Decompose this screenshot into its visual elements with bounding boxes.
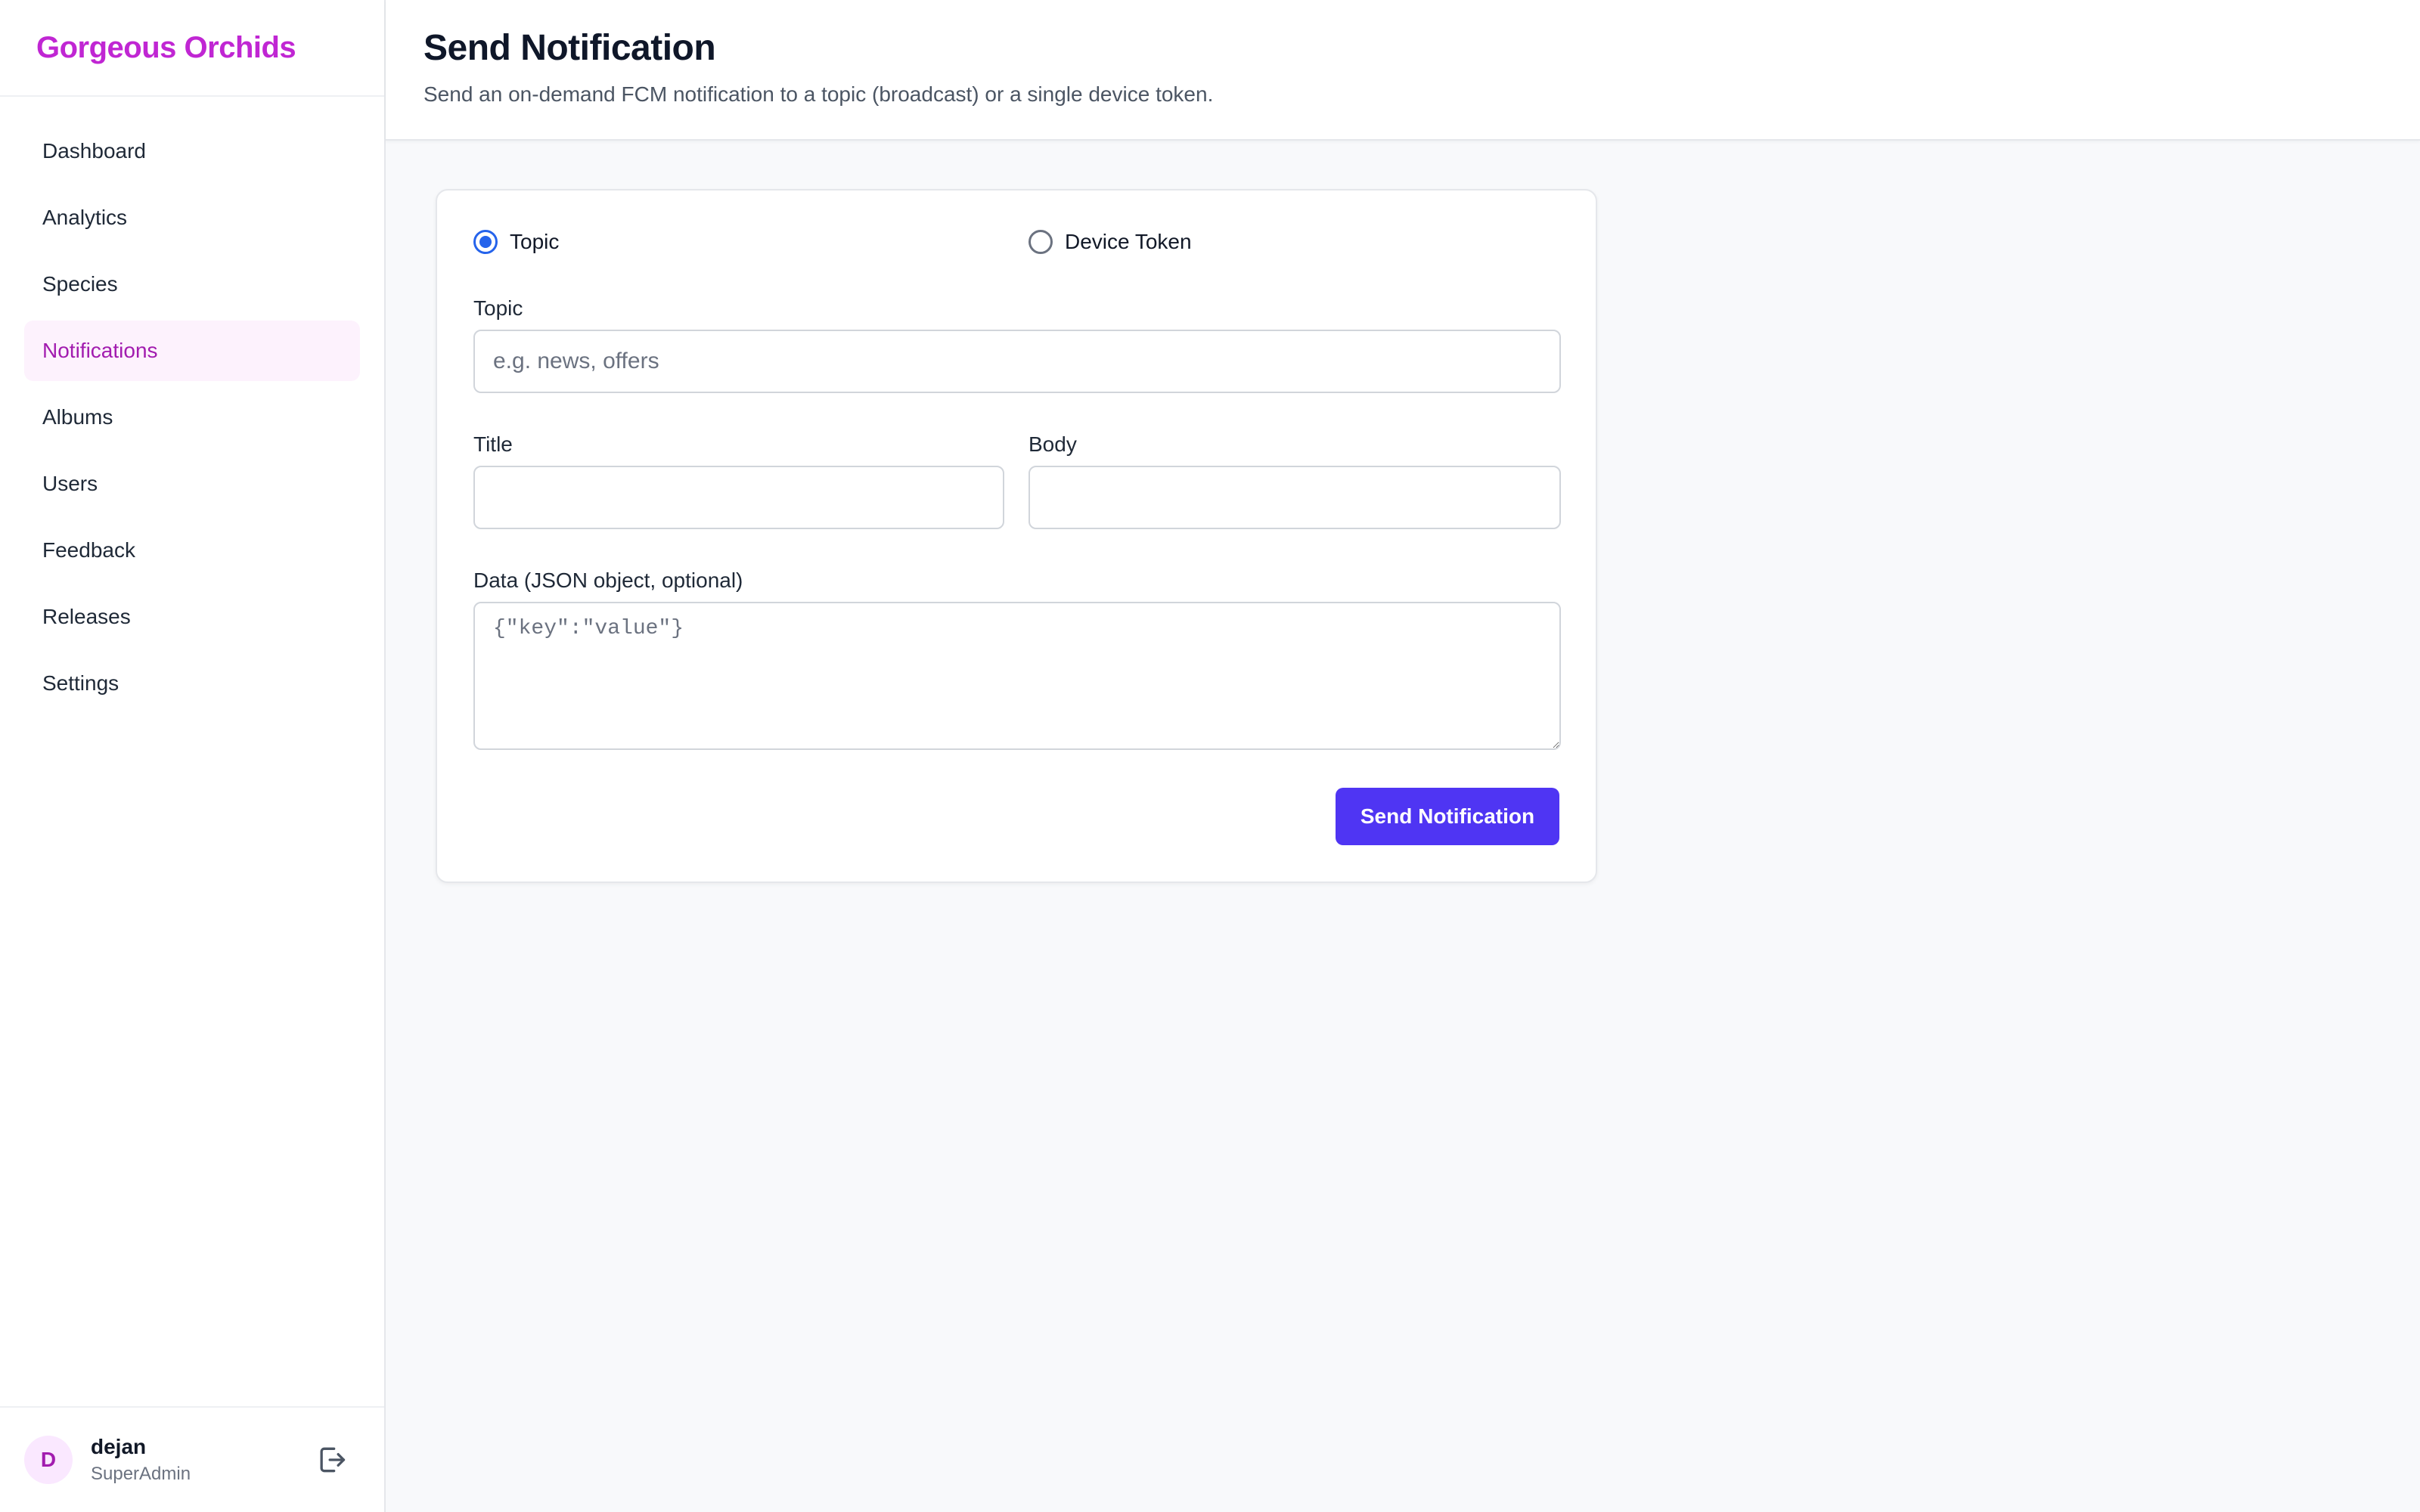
title-label: Title xyxy=(473,432,513,456)
brand-header: Gorgeous Orchids xyxy=(0,0,384,97)
data-json-label: Data (JSON object, optional) xyxy=(473,569,743,592)
data-json-textarea[interactable] xyxy=(473,602,1561,750)
page-header: Send Notification Send an on-demand FCM … xyxy=(386,0,2420,141)
page-subtitle: Send an on-demand FCM notification to a … xyxy=(424,82,1214,106)
user-profile: D dejan SuperAdmin xyxy=(0,1406,384,1512)
page-title: Send Notification xyxy=(424,28,716,68)
sidebar-item-analytics[interactable]: Analytics xyxy=(24,187,360,248)
radio-topic[interactable]: Topic xyxy=(473,230,559,254)
radio-device-token-unchecked-icon[interactable] xyxy=(1028,230,1053,254)
topic-input[interactable] xyxy=(473,330,1561,393)
sidebar-nav: Dashboard Analytics Species Notification… xyxy=(0,97,384,714)
sidebar-item-notifications[interactable]: Notifications xyxy=(24,321,360,381)
sidebar: Gorgeous Orchids Dashboard Analytics Spe… xyxy=(0,0,386,1512)
radio-device-token-label: Device Token xyxy=(1065,230,1192,253)
radio-topic-label: Topic xyxy=(510,230,560,253)
user-name: dejan xyxy=(91,1435,147,1458)
sidebar-item-users[interactable]: Users xyxy=(24,454,360,514)
sidebar-item-albums[interactable]: Albums xyxy=(24,387,360,448)
topic-label: Topic xyxy=(473,296,523,320)
avatar: D xyxy=(24,1436,73,1484)
radio-topic-checked-icon[interactable] xyxy=(473,230,498,254)
user-role: SuperAdmin xyxy=(91,1464,191,1484)
brand-logo-text[interactable]: Gorgeous Orchids xyxy=(36,31,296,65)
sidebar-item-releases[interactable]: Releases xyxy=(24,587,360,647)
body-label: Body xyxy=(1028,432,1077,456)
sidebar-item-dashboard[interactable]: Dashboard xyxy=(24,121,360,181)
logout-icon[interactable] xyxy=(315,1443,348,1476)
title-input[interactable] xyxy=(473,466,1004,529)
target-type-radio-group: Topic Device Token xyxy=(473,230,1559,260)
send-notification-button[interactable]: Send Notification xyxy=(1336,788,1559,845)
notification-form-card: Topic Device Token Topic Title Body Data… xyxy=(436,189,1597,883)
sidebar-item-feedback[interactable]: Feedback xyxy=(24,520,360,581)
user-meta: dejan SuperAdmin xyxy=(91,1435,191,1485)
body-input[interactable] xyxy=(1028,466,1561,529)
sidebar-item-species[interactable]: Species xyxy=(24,254,360,314)
radio-device-token[interactable]: Device Token xyxy=(1028,230,1192,254)
sidebar-item-settings[interactable]: Settings xyxy=(24,653,360,714)
